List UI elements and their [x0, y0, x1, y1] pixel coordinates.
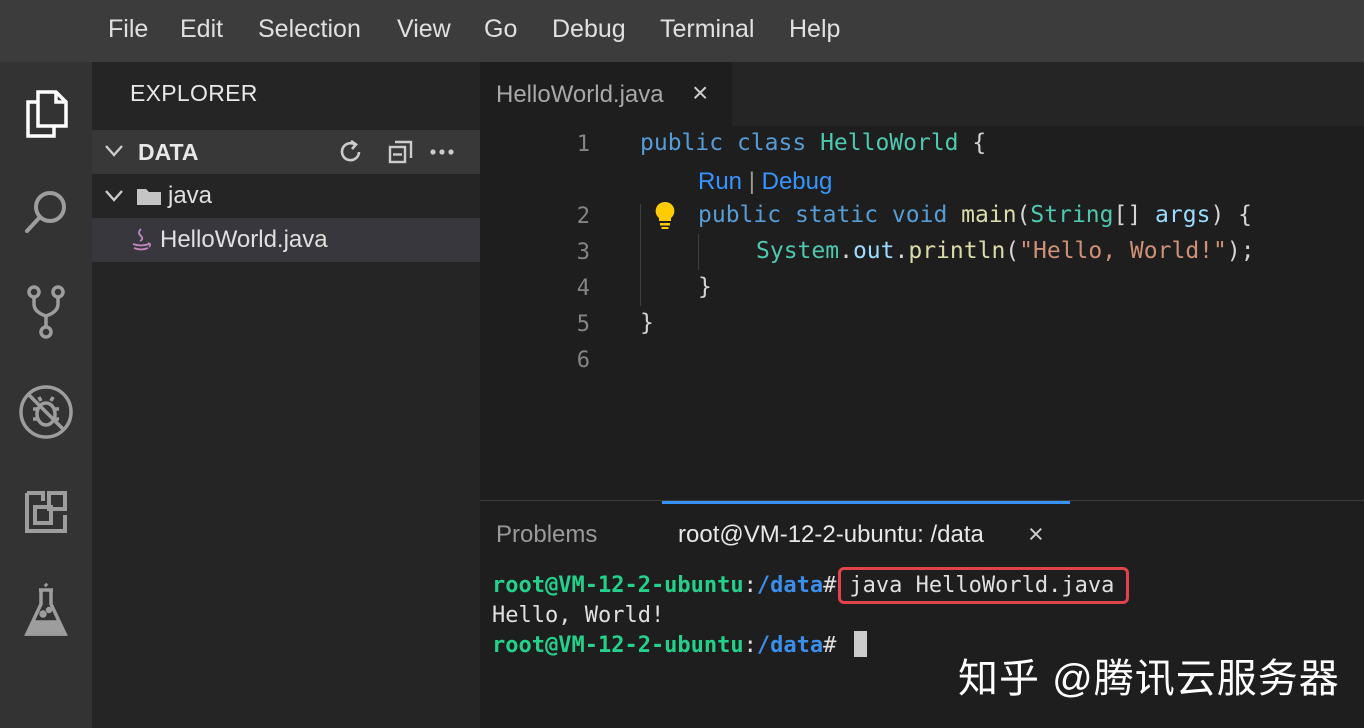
tree-item-file-helloworld[interactable]: HelloWorld.java	[92, 218, 480, 262]
code-lens-debug[interactable]: Debug	[762, 168, 833, 195]
explorer-panel: EXPLORER DATA java HelloWorld.java	[92, 62, 480, 728]
menu-debug[interactable]: Debug	[552, 14, 626, 44]
code-lens: Run | Debug	[698, 168, 832, 196]
terminal-close-icon[interactable]: ×	[1028, 519, 1044, 550]
activity-bar	[0, 62, 92, 728]
java-file-icon	[132, 228, 152, 251]
active-tab-indicator	[662, 501, 1070, 504]
editor-area: HelloWorld.java × 1 2 3 4 5 6 public cla…	[480, 62, 1364, 500]
lightbulb-icon[interactable]	[654, 200, 676, 230]
menu-edit[interactable]: Edit	[180, 14, 223, 44]
indent-guide	[640, 204, 641, 306]
code-line-4[interactable]: }	[698, 274, 712, 300]
chevron-down-icon	[105, 145, 123, 157]
menu-help[interactable]: Help	[789, 14, 840, 44]
menu-file[interactable]: File	[108, 14, 148, 44]
watermark: 知乎 @腾讯云服务器	[958, 657, 1340, 701]
tree-item-label: HelloWorld.java	[160, 226, 328, 253]
menu-bar: File Edit Selection View Go Debug Termin…	[0, 0, 1364, 62]
chevron-down-icon	[105, 190, 123, 202]
highlighted-command: java HelloWorld.java	[838, 567, 1130, 604]
line-number: 4	[576, 276, 590, 301]
refresh-icon[interactable]	[338, 139, 364, 165]
line-number: 5	[576, 312, 590, 337]
terminal-output: Hello, World!	[492, 603, 665, 628]
indent-guide	[698, 234, 699, 270]
code-line-2[interactable]: public static void main(String[] args) {	[698, 202, 1252, 228]
code-line-5[interactable]: }	[640, 310, 654, 336]
source-control-icon[interactable]	[14, 280, 78, 344]
menu-selection[interactable]: Selection	[258, 14, 361, 44]
section-header-data[interactable]: DATA	[92, 130, 480, 174]
code-line-3[interactable]: System.out.println("Hello, World!");	[756, 238, 1255, 264]
menu-view[interactable]: View	[397, 14, 451, 44]
panel-tab-terminal[interactable]: root@VM-12-2-ubuntu: /data	[678, 521, 984, 549]
debug-icon[interactable]	[14, 380, 78, 444]
line-number: 3	[576, 240, 590, 265]
tree-item-folder-java[interactable]: java	[92, 174, 480, 218]
code-lens-run[interactable]: Run	[698, 168, 742, 195]
menu-terminal[interactable]: Terminal	[660, 14, 754, 44]
collapse-all-icon[interactable]	[387, 138, 415, 166]
section-label: DATA	[138, 139, 199, 165]
tab-close-icon[interactable]: ×	[692, 78, 708, 108]
test-flask-icon[interactable]	[14, 580, 78, 644]
code-lens-separator: |	[748, 168, 755, 195]
explorer-icon[interactable]	[14, 82, 78, 146]
terminal-line-1[interactable]: root@VM-12-2-ubuntu:/data# java HelloWorl…	[492, 567, 1130, 604]
tab-label: HelloWorld.java	[496, 81, 664, 108]
search-icon[interactable]	[14, 180, 78, 244]
menu-go[interactable]: Go	[484, 14, 517, 44]
tree-item-label: java	[168, 182, 213, 209]
line-number: 2	[576, 204, 590, 229]
extensions-icon[interactable]	[14, 480, 78, 544]
code-line-1[interactable]: public class HelloWorld {	[640, 130, 986, 156]
editor-tab-strip: HelloWorld.java ×	[480, 62, 1364, 126]
line-number: 1	[576, 132, 590, 157]
explorer-title: EXPLORER	[130, 80, 258, 106]
editor-tab-helloworld[interactable]: HelloWorld.java ×	[480, 62, 732, 126]
terminal-line-3[interactable]: root@VM-12-2-ubuntu:/data#	[492, 631, 867, 658]
line-number: 6	[576, 348, 590, 373]
more-icon[interactable]	[430, 148, 454, 156]
terminal-cursor	[853, 631, 867, 657]
folder-icon	[137, 189, 161, 205]
panel-tab-problems[interactable]: Problems	[496, 521, 597, 549]
